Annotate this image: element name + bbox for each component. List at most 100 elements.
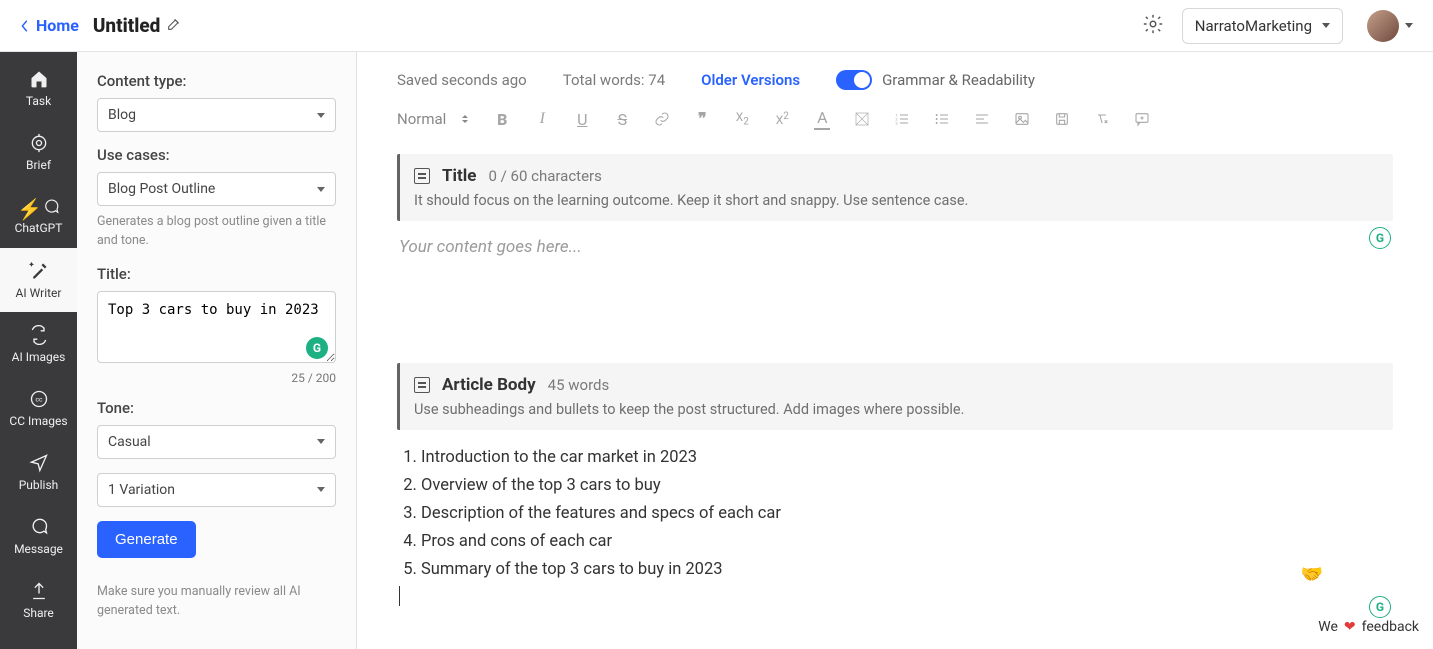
user-avatar[interactable]: [1367, 10, 1399, 42]
align-button[interactable]: [974, 111, 990, 127]
paragraph-style-label: Normal: [397, 110, 446, 128]
rail-label: ChatGPT: [15, 221, 63, 235]
body-content-input[interactable]: Introduction to the car market in 2023Ov…: [397, 430, 1393, 620]
rail-label: Publish: [19, 478, 59, 492]
grammarly-icon[interactable]: G: [1369, 227, 1391, 249]
chevron-left-icon: [20, 19, 30, 33]
doc-title: Untitled: [93, 14, 161, 37]
variations-select[interactable]: 1 Variation: [97, 473, 336, 507]
title-label: Title:: [97, 265, 336, 283]
send-icon: [29, 453, 49, 476]
clear-format-button[interactable]: [1094, 111, 1110, 127]
share-icon: [29, 581, 49, 604]
rail-brief[interactable]: Brief: [0, 120, 77, 184]
title-content-input[interactable]: Your content goes here...: [397, 221, 1393, 273]
list-item: Pros and cons of each car: [421, 528, 1391, 556]
body-section-hint: Use subheadings and bullets to keep the …: [414, 401, 1379, 418]
use-cases-select[interactable]: Blog Post Outline: [97, 172, 336, 206]
grammarly-icon[interactable]: G: [1369, 596, 1391, 618]
body-section-header: Article Body 45 words Use subheadings an…: [397, 363, 1393, 430]
chevron-down-icon: [317, 187, 325, 192]
config-panel: Content type: Blog Use cases: Blog Post …: [77, 52, 357, 649]
list-item: Summary of the top 3 cars to buy in 2023: [421, 556, 1391, 584]
word-count: Total words: 74: [563, 71, 665, 89]
feedback-widget[interactable]: We ❤ feedback: [1318, 619, 1419, 635]
save-button-icon[interactable]: [1054, 111, 1070, 127]
rail-message[interactable]: Message: [0, 504, 77, 568]
content-type-select[interactable]: Blog: [97, 98, 336, 132]
list-item: Overview of the top 3 cars to buy: [421, 472, 1391, 500]
grammar-toggle[interactable]: [836, 70, 872, 90]
text-cursor: [399, 586, 400, 606]
text-color-button[interactable]: A: [814, 108, 830, 130]
title-section-hint: It should focus on the learning outcome.…: [414, 192, 1379, 209]
wand-icon: [29, 261, 49, 284]
rail-share[interactable]: Share: [0, 568, 77, 632]
settings-icon[interactable]: [1142, 13, 1164, 39]
workspace-dropdown[interactable]: NarratoMarketing: [1182, 8, 1343, 44]
workspace-name: NarratoMarketing: [1195, 17, 1312, 35]
paragraph-style-select[interactable]: Normal: [397, 110, 470, 128]
unordered-list-button[interactable]: [934, 111, 950, 127]
image-sync-icon: [29, 325, 49, 348]
rail-ai-images[interactable]: AI Images: [0, 312, 77, 376]
rail-label: AI Images: [12, 350, 66, 364]
rail-label: Message: [14, 542, 63, 556]
heart-icon: ❤: [1344, 619, 1356, 635]
strike-button[interactable]: S: [614, 110, 630, 129]
subscript-button[interactable]: X2: [734, 110, 750, 127]
chevron-down-icon: [1322, 23, 1330, 28]
rail-ai-writer[interactable]: AI Writer: [0, 248, 77, 312]
title-input[interactable]: [97, 291, 336, 363]
tone-select[interactable]: Casual: [97, 425, 336, 459]
rail-chatgpt[interactable]: ⚡ ChatGPT: [0, 184, 77, 248]
tone-value: Casual: [108, 434, 151, 450]
svg-text:cc: cc: [35, 395, 42, 403]
user-menu-chevron-icon[interactable]: [1405, 23, 1413, 28]
rail-label: Task: [26, 94, 51, 108]
list-item: Description of the features and specs of…: [421, 500, 1391, 528]
rail-label: Brief: [26, 158, 51, 172]
grammar-toggle-label: Grammar & Readability: [882, 71, 1035, 89]
image-button[interactable]: [1014, 111, 1030, 127]
rail-task[interactable]: Task: [0, 56, 77, 120]
select-arrows-icon: [460, 114, 470, 124]
bold-button[interactable]: B: [494, 110, 510, 129]
highlight-button[interactable]: [854, 111, 870, 127]
bolt-chat-icon: ⚡: [17, 198, 60, 219]
editor-statusbar: Saved seconds ago Total words: 74 Older …: [397, 70, 1393, 90]
content-type-value: Blog: [108, 107, 136, 123]
chevron-down-icon: [317, 113, 325, 118]
edit-title-icon[interactable]: [166, 16, 182, 36]
editor-area: Saved seconds ago Total words: 74 Older …: [357, 52, 1433, 649]
ordered-list-button[interactable]: 123: [894, 111, 910, 127]
comment-button[interactable]: [1134, 111, 1150, 127]
ai-disclaimer: Make sure you manually review all AI gen…: [97, 582, 336, 621]
chevron-down-icon: [317, 439, 325, 444]
rail-publish[interactable]: Publish: [0, 440, 77, 504]
clap-icon[interactable]: 🤝: [1301, 560, 1323, 591]
rail-label: AI Writer: [16, 286, 62, 300]
home-link[interactable]: Home: [20, 16, 79, 35]
superscript-button[interactable]: X2: [774, 111, 790, 127]
body-section-label: Article Body: [442, 375, 536, 395]
chat-icon: [29, 517, 49, 540]
grammarly-icon[interactable]: G: [306, 337, 328, 359]
tone-label: Tone:: [97, 399, 336, 417]
rail-cc-images[interactable]: cc CC Images: [0, 376, 77, 440]
use-cases-label: Use cases:: [97, 146, 336, 164]
link-button[interactable]: [654, 111, 670, 127]
section-icon: [414, 168, 430, 184]
older-versions-link[interactable]: Older Versions: [701, 71, 800, 89]
chevron-down-icon: [317, 487, 325, 492]
underline-button[interactable]: U: [574, 110, 590, 129]
topbar: Home Untitled NarratoMarketing: [0, 0, 1433, 52]
sidebar-rail: Task Brief ⚡ ChatGPT AI Writer AI Images: [0, 52, 77, 649]
generate-button[interactable]: Generate: [97, 521, 196, 558]
content-type-label: Content type:: [97, 72, 336, 90]
italic-button[interactable]: I: [534, 110, 550, 128]
variations-value: 1 Variation: [108, 482, 175, 498]
target-icon: [29, 133, 49, 156]
quote-button[interactable]: ❞: [694, 109, 710, 129]
list-item: Introduction to the car market in 2023: [421, 444, 1391, 472]
